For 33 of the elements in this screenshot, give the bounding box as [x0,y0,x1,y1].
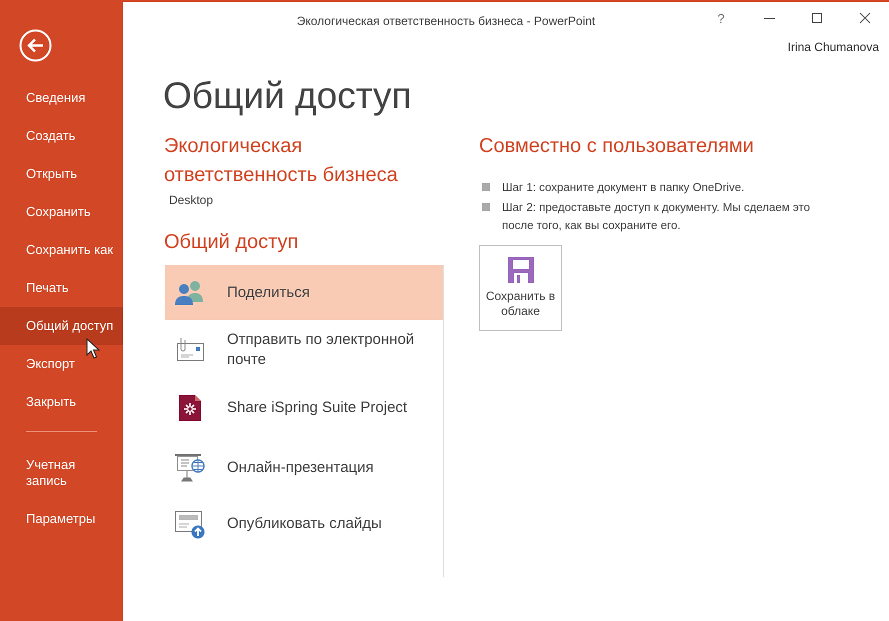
sidebar-item[interactable]: Сведения [0,79,123,117]
back-icon[interactable] [19,29,52,62]
help-button[interactable]: ? [697,8,745,28]
document-name: Экологическая ответственность бизнеса [164,134,399,188]
bullet-icon [482,203,490,211]
sidebar-item[interactable]: Открыть [0,155,123,193]
presentation-globe-icon [173,453,207,483]
step-text: Шаг 2: предоставьте доступ к документу. Мы сделаем это после того, как вы сохраните его. [502,201,812,234]
publish-slides-icon [173,509,207,539]
share-option[interactable]: Поделиться [165,265,443,320]
sidebar-item[interactable]: Учетная запись [0,446,104,500]
share-option[interactable]: Онлайн-презентация [165,440,443,496]
page-title: Общий доступ [163,74,413,118]
save-to-cloud-button[interactable]: Сохранить в облаке [479,245,562,331]
sidebar-item[interactable]: Печать [0,269,123,307]
step-text: Шаг 1: сохраните документ в папку OneDrive. [502,181,744,196]
share-option[interactable]: Отправить по электронной почте [165,320,443,380]
section-heading: Совместно с пользователями [479,134,755,159]
sidebar-item[interactable]: Сохранить [0,193,123,231]
share-option[interactable]: Опубликовать слайды [165,496,443,552]
section-heading: Общий доступ [164,230,300,255]
sidebar-item[interactable]: Экспорт [0,345,123,383]
mouse-pointer-icon [86,338,100,359]
sidebar-item[interactable]: Создать [0,117,123,155]
sidebar-item[interactable]: Общий доступ [0,307,123,345]
sidebar-item[interactable]: Параметры [0,500,104,538]
bullet-icon [482,183,490,191]
sidebar-item[interactable]: Закрыть [0,383,123,421]
window-title: Экологическая ответственность бизнеса - PowerPoint [296,14,596,28]
document-location: Desktop [169,193,214,207]
share-option[interactable]: Share iSpring Suite Project [165,380,443,436]
sidebar-item[interactable]: Сохранить как [0,231,123,269]
user-name[interactable]: Irina Chumanova [788,40,879,54]
